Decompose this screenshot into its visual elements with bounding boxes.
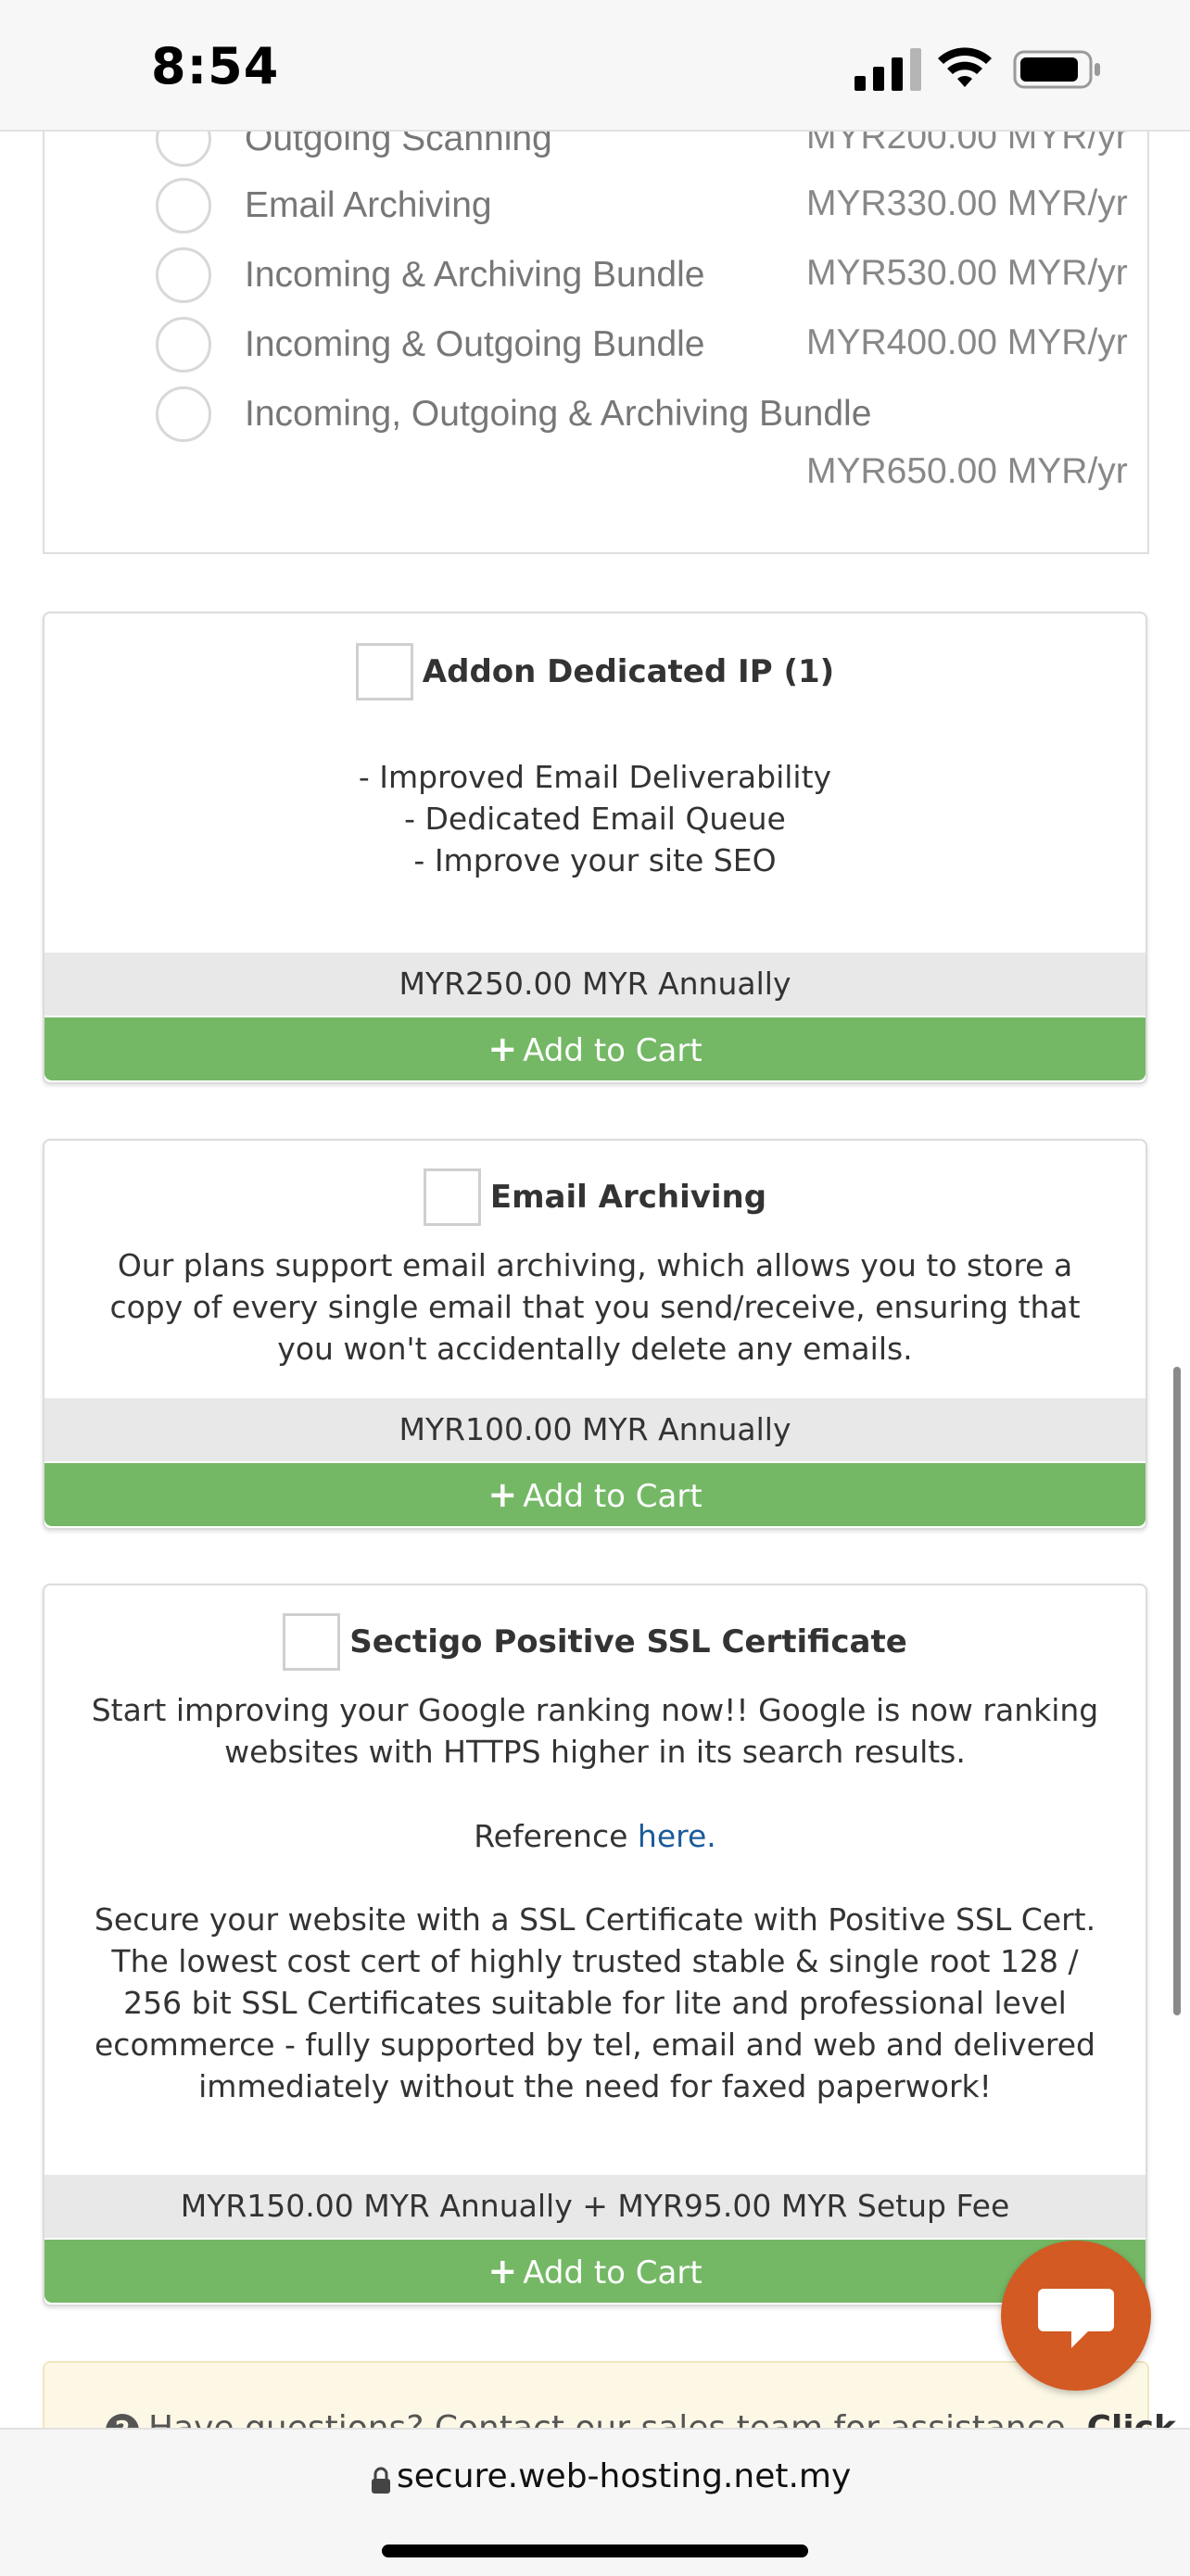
- reference-text: Reference: [474, 1818, 638, 1854]
- card-description-intro: Start improving your Google ranking now!…: [91, 1692, 1099, 1770]
- addon-checkbox[interactable]: [355, 643, 413, 701]
- plus-icon: +: [487, 2251, 518, 2292]
- card-description-detail: Secure your website with a SSL Certifica…: [94, 1901, 1096, 2104]
- option-label: Incoming & Outgoing Bundle: [245, 324, 705, 364]
- option-label: Incoming, Outgoing & Archiving Bundle: [245, 394, 872, 434]
- addon-card-email-archiving: Email Archiving Our plans support email …: [43, 1139, 1147, 1530]
- page-content: Outgoing Scanning MYR200.00 MYR/yr Email…: [0, 0, 1190, 2574]
- wifi-icon: [938, 47, 992, 87]
- battery-icon: [1013, 50, 1100, 89]
- add-to-cart-button[interactable]: + Add to Cart: [44, 1017, 1146, 1080]
- card-header: Addon Dedicated IP (1): [44, 643, 1146, 708]
- option-incoming-outgoing-archiving-bundle[interactable]: Incoming, Outgoing & Archiving Bundle MY…: [156, 385, 1138, 514]
- card-reference: Reference here.: [82, 1815, 1108, 1857]
- option-email-archiving[interactable]: Email Archiving MYR330.00 MYR/yr: [156, 176, 1138, 241]
- chat-bubble-icon: [1038, 2289, 1114, 2348]
- button-label: Add to Cart: [523, 1032, 703, 1069]
- option-price: MYR650.00 MYR/yr: [806, 451, 1128, 491]
- lock-icon: [372, 2467, 390, 2494]
- browser-address-bar[interactable]: secure.web-hosting.net.my: [0, 2428, 1190, 2576]
- radio-button[interactable]: [156, 386, 211, 442]
- card-title: Sectigo Positive SSL Certificate: [349, 1623, 907, 1661]
- status-time: 8:54: [151, 37, 280, 95]
- card-header: Sectigo Positive SSL Certificate: [44, 1613, 1146, 1678]
- addon-card-sectigo-ssl: Sectigo Positive SSL Certificate Start i…: [43, 1584, 1147, 2306]
- card-description: Our plans support email archiving, which…: [109, 1247, 1081, 1367]
- card-description: - Improved Email Deliverability - Dedica…: [82, 756, 1108, 881]
- option-price: MYR330.00 MYR/yr: [806, 183, 1128, 223]
- price-bar: MYR100.00 MYR Annually: [44, 1398, 1146, 1461]
- addon-checkbox[interactable]: [283, 1613, 341, 1671]
- reference-link[interactable]: here.: [638, 1818, 716, 1854]
- radio-button[interactable]: [156, 317, 211, 373]
- plus-icon: +: [487, 1474, 518, 1515]
- description-line: - Improve your site SEO: [413, 842, 777, 878]
- status-bar: 8:54: [0, 0, 1190, 132]
- price-bar: MYR150.00 MYR Annually + MYR95.00 MYR Se…: [44, 2175, 1146, 2238]
- option-price: MYR530.00 MYR/yr: [806, 253, 1128, 293]
- addon-checkbox[interactable]: [423, 1168, 481, 1226]
- option-incoming-outgoing-bundle[interactable]: Incoming & Outgoing Bundle MYR400.00 MYR…: [156, 315, 1138, 380]
- button-label: Add to Cart: [523, 1478, 703, 1515]
- option-incoming-archiving-bundle[interactable]: Incoming & Archiving Bundle MYR530.00 MY…: [156, 246, 1138, 310]
- card-title: Email Archiving: [489, 1179, 767, 1216]
- description-line: - Dedicated Email Queue: [404, 801, 786, 837]
- plus-icon: +: [487, 1029, 518, 1069]
- button-label: Add to Cart: [523, 2254, 703, 2292]
- option-label: Incoming & Archiving Bundle: [245, 255, 705, 295]
- radio-button[interactable]: [156, 178, 211, 234]
- add-to-cart-button[interactable]: + Add to Cart: [44, 2240, 1146, 2303]
- option-price: MYR400.00 MYR/yr: [806, 322, 1128, 362]
- description-line: - Improved Email Deliverability: [358, 759, 832, 795]
- card-title: Addon Dedicated IP (1): [422, 653, 835, 690]
- home-indicator[interactable]: [382, 2544, 808, 2557]
- card-header: Email Archiving: [44, 1168, 1146, 1233]
- add-to-cart-button[interactable]: + Add to Cart: [44, 1463, 1146, 1526]
- radio-button[interactable]: [156, 247, 211, 303]
- scrollbar-thumb[interactable]: [1173, 1367, 1181, 2015]
- addon-card-dedicated-ip: Addon Dedicated IP (1) - Improved Email …: [43, 612, 1147, 1084]
- price-bar: MYR250.00 MYR Annually: [44, 953, 1146, 1016]
- cellular-signal-icon: [855, 48, 921, 91]
- option-label: Email Archiving: [245, 185, 492, 225]
- url-text[interactable]: secure.web-hosting.net.my: [397, 2457, 851, 2495]
- chat-button[interactable]: [1001, 2241, 1151, 2391]
